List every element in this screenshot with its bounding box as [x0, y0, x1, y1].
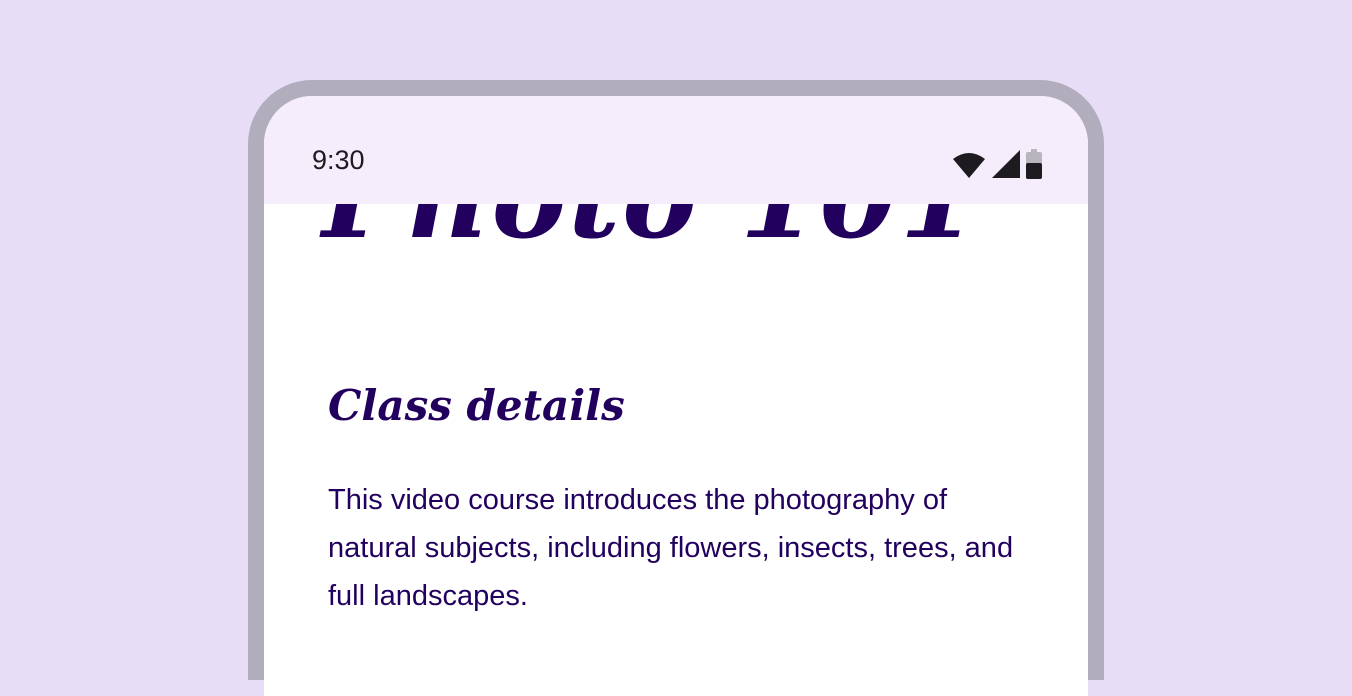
device-frame: Photo 101 Class details This video cours…: [248, 80, 1104, 696]
wifi-icon: [952, 150, 986, 178]
course-description: This video course introduces the photogr…: [328, 484, 1014, 612]
status-bar: 9:30: [264, 96, 1088, 204]
status-icons: [952, 148, 1042, 180]
app-screen: Photo 101 Class details This video cours…: [264, 96, 1088, 696]
section-heading-class-details: Class details: [328, 381, 625, 430]
cellular-signal-icon: [992, 150, 1020, 178]
battery-icon: [1026, 149, 1042, 179]
status-time: 9:30: [312, 145, 365, 175]
